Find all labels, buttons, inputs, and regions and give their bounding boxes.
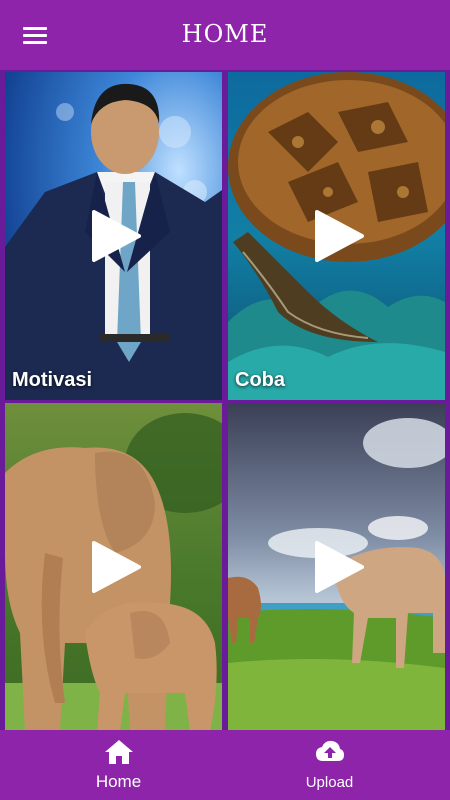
video-title: Motivasi — [12, 369, 93, 391]
video-grid: Motivasi Coba — [0, 70, 450, 731]
play-icon — [314, 541, 364, 593]
nav-upload[interactable]: Upload — [217, 730, 442, 800]
bottom-navigation: Home Upload — [0, 730, 450, 800]
nav-home-label: Home — [95, 772, 142, 791]
video-card-coba[interactable]: Coba — [228, 72, 445, 400]
nav-upload-label: Upload — [305, 774, 354, 791]
top-app-bar: HOME — [0, 0, 450, 70]
video-card-motivasi[interactable]: Motivasi — [5, 72, 222, 400]
play-icon — [91, 541, 141, 593]
page-title: HOME — [181, 20, 269, 48]
app-screen: HOME Motivasi Coba Home Upload — [0, 0, 450, 800]
home-icon — [104, 740, 133, 764]
nav-home[interactable]: Home — [6, 730, 231, 800]
cloud-upload-icon — [315, 740, 344, 761]
play-icon — [314, 210, 364, 262]
play-icon — [91, 210, 141, 262]
video-card-elephants[interactable] — [5, 403, 222, 731]
video-card-horses[interactable] — [228, 403, 445, 731]
video-title: Coba — [235, 369, 285, 391]
